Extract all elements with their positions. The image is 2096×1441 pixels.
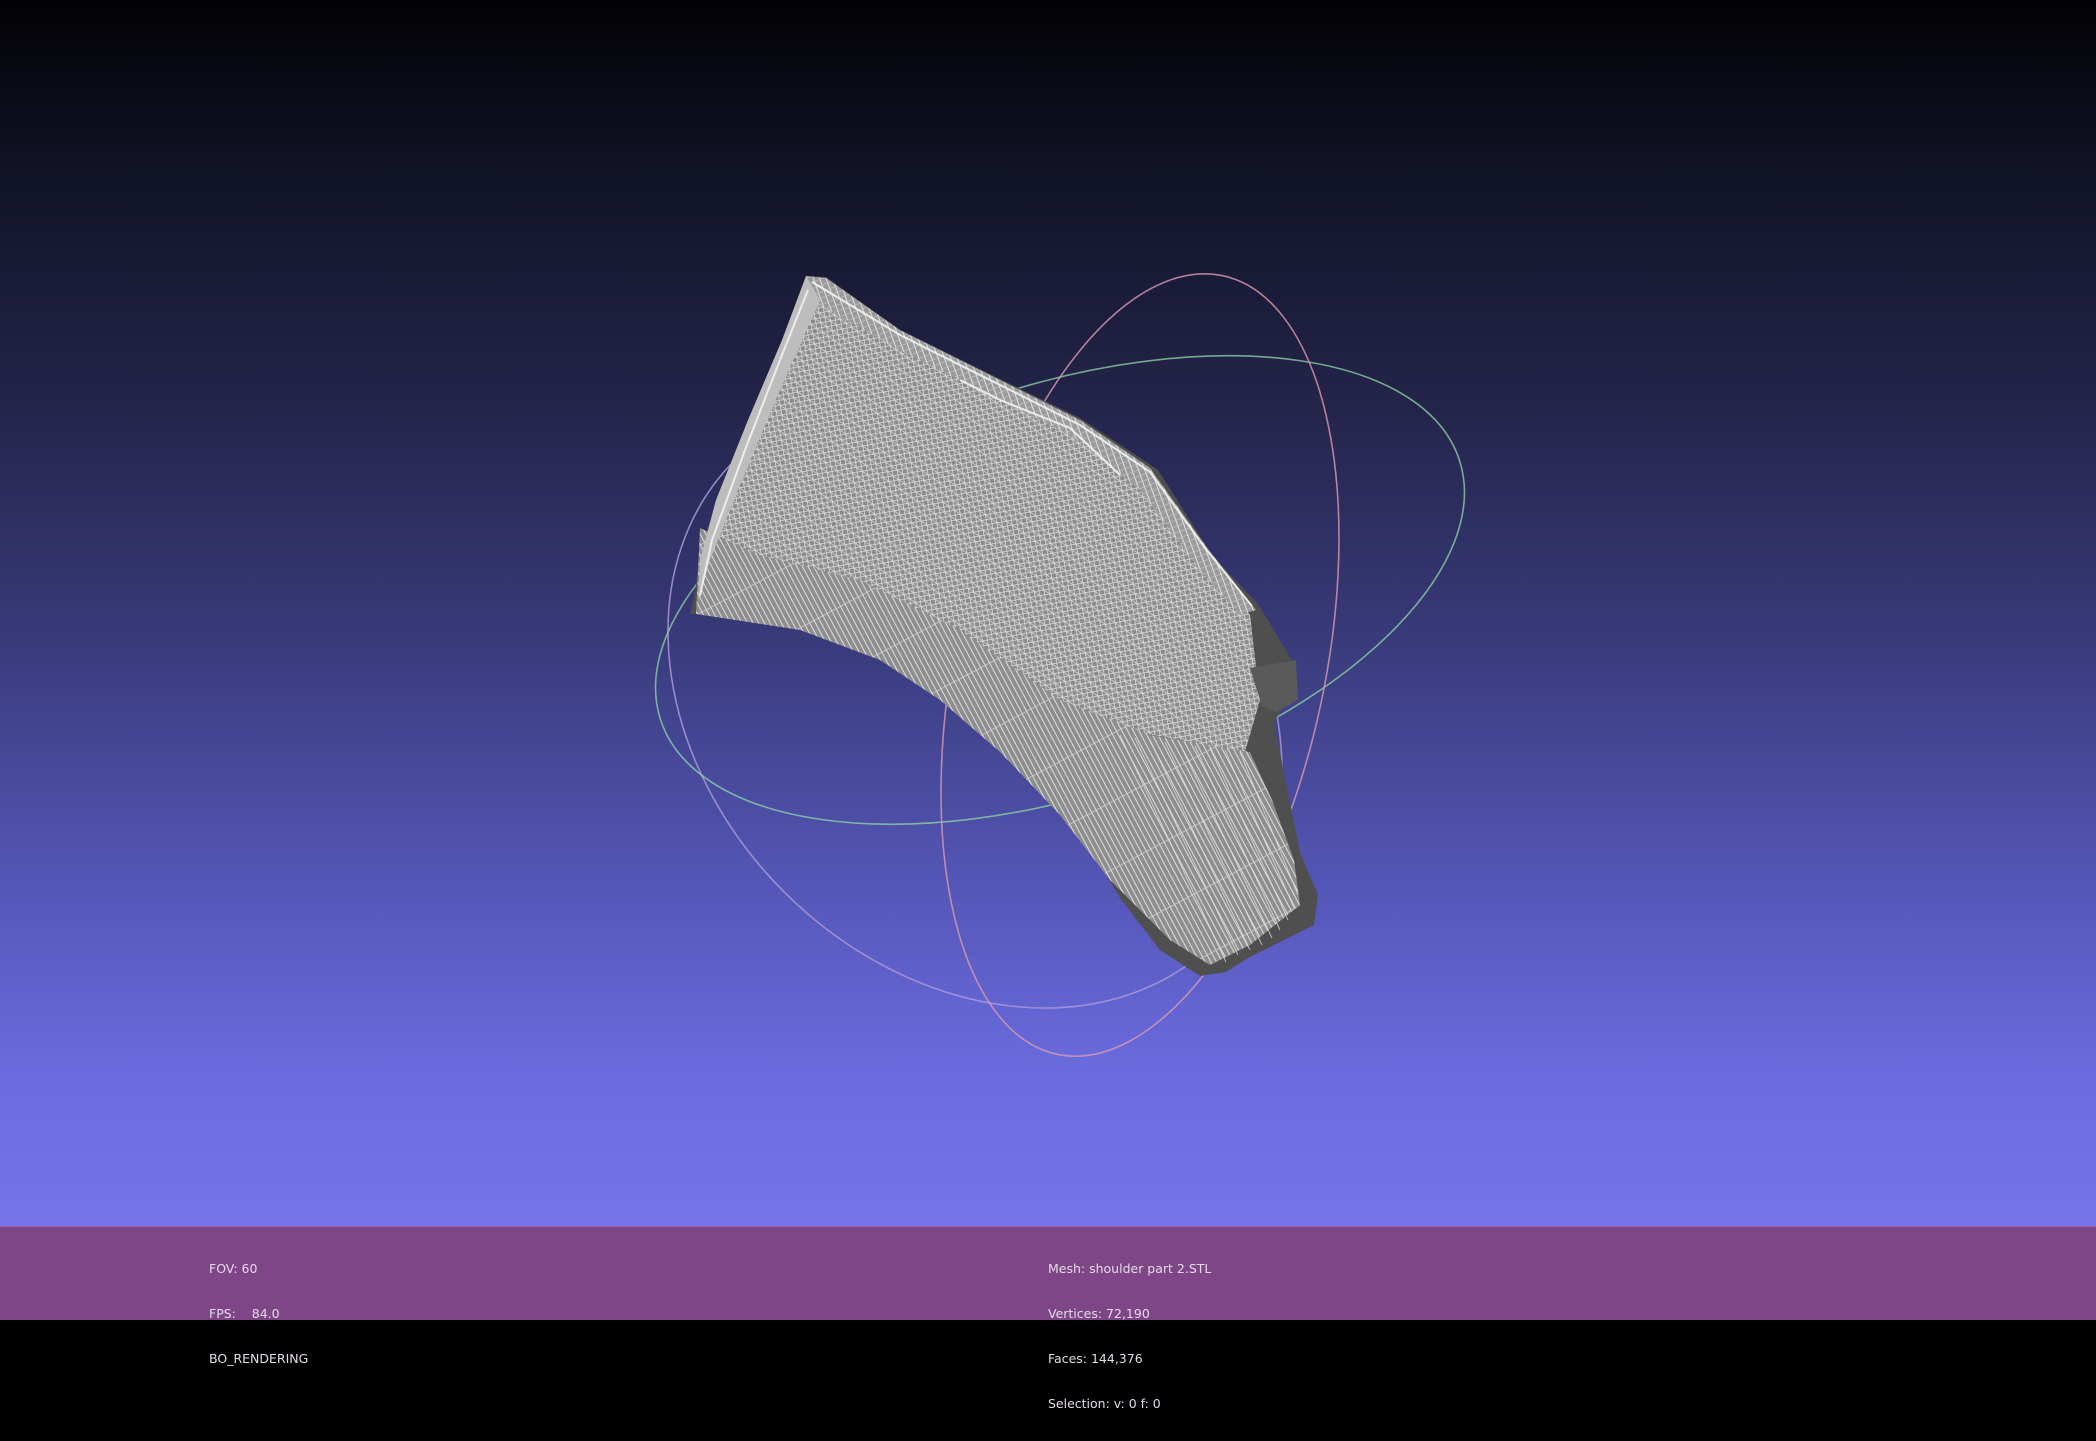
status-info-bar: FOV: 60 FPS: 84.0 BO_RENDERING Mesh: sho… <box>0 1226 2096 1411</box>
mesh-name-label: Mesh: shoulder part 2.STL <box>1048 1261 1212 1276</box>
3d-viewport[interactable] <box>0 0 2096 1226</box>
render-info: FOV: 60 FPS: 84.0 BO_RENDERING <box>209 1231 308 1396</box>
fps-readout: FPS: 84.0 <box>209 1306 280 1321</box>
fov-readout: FOV: 60 <box>209 1261 258 1276</box>
vertex-count-label: Vertices: 72,190 <box>1048 1306 1150 1321</box>
render-mode-label: BO_RENDERING <box>209 1351 309 1366</box>
mesh-info: Mesh: shoulder part 2.STL Vertices: 72,1… <box>1048 1231 1211 1441</box>
face-count-label: Faces: 144,376 <box>1048 1351 1143 1366</box>
mesh-scene[interactable] <box>0 0 2096 1226</box>
mesh-model[interactable] <box>690 276 1318 976</box>
selection-label: Selection: v: 0 f: 0 <box>1048 1396 1161 1411</box>
